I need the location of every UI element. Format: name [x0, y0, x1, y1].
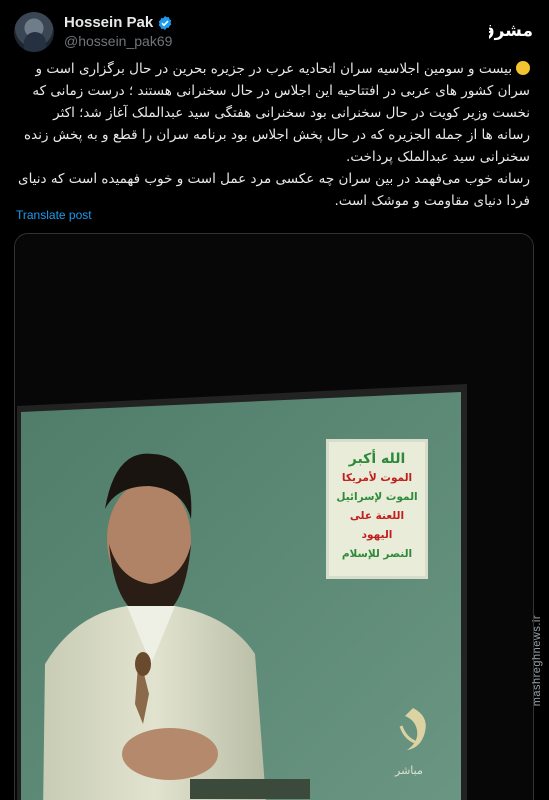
banner-line-3: الموت لإسرائيل [336, 491, 418, 503]
slogan-banner: الله أكبر الموت لأمريكا الموت لإسرائيل ا… [326, 439, 428, 579]
user-handle[interactable]: @hossein_pak69 [64, 33, 173, 49]
yellow-circle-icon [516, 61, 530, 75]
verified-badge-icon [158, 15, 172, 30]
tweet-paragraph-1: بیست و سومین اجلاسیه سران اتحادیه عرب در… [16, 58, 530, 168]
tweet-header: Hossein Pak @hossein_pak69 [14, 12, 535, 52]
display-name[interactable]: Hossein Pak [64, 14, 153, 31]
aljazeera-logo-icon [399, 708, 426, 750]
user-info: Hossein Pak @hossein_pak69 [64, 14, 173, 49]
site-logo-text: مشرق [489, 21, 533, 41]
tweet-text: بیست و سومین اجلاسیه سران اتحادیه عرب در… [16, 58, 530, 212]
banner-line-1: الله أكبر [348, 451, 406, 467]
banner-line-4: اللعنة على اليهود [349, 510, 405, 541]
tweet-media-image[interactable]: الله أكبر الموت لأمريكا الموت لإسرائيل ا… [14, 233, 534, 800]
banner-line-2: الموت لأمريكا [341, 472, 413, 484]
watermark: mashreghnews.ir [531, 615, 543, 707]
live-label: مباشر [395, 764, 423, 777]
avatar[interactable] [14, 12, 54, 52]
broadcast-photo [15, 234, 533, 800]
name-row: Hossein Pak [64, 14, 173, 31]
translate-post-link[interactable]: Translate post [16, 208, 92, 222]
tweet-paragraph-2: رسانه خوب می‌فهمد در بین سران چه عکسی مر… [18, 171, 530, 209]
tweet-paragraph-1-text: بیست و سومین اجلاسیه سران اتحادیه عرب در… [24, 61, 530, 165]
mashregh-logo-icon: مشرق [489, 21, 533, 41]
banner-line-5: النصر للإسلام [341, 548, 413, 560]
